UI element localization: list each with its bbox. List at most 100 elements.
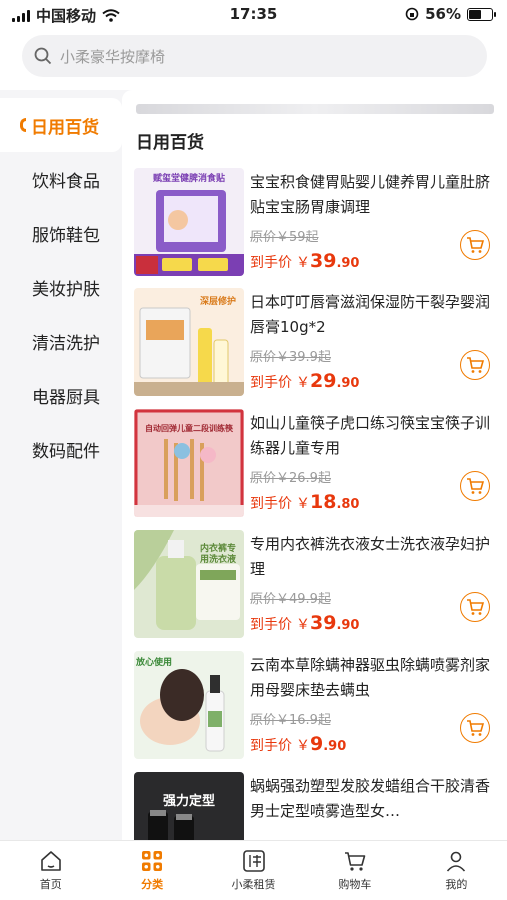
product-item[interactable]: 自动回弹儿童二段训练筷 如山儿童筷子虎口练习筷宝宝筷子训练器儿童专用 原价￥26… [134, 409, 504, 517]
price-integer: 39 [310, 612, 337, 634]
price-decimal: .80 [336, 497, 360, 512]
cart-icon [467, 237, 484, 253]
final-price: 到手价 ￥ 18 .80 [250, 491, 359, 513]
add-to-cart-button[interactable] [460, 350, 490, 380]
product-item[interactable]: 放心使用 云南本草除螨神器驱虫除螨喷雾剂家用母婴床垫去螨虫 原价￥16.9起 到… [134, 651, 504, 759]
original-price: 原价￥59起 [250, 230, 319, 245]
product-name[interactable]: 如山儿童筷子虎口练习筷宝宝筷子训练器儿童专用 [250, 411, 490, 461]
tab-category[interactable]: 分类 [101, 841, 202, 900]
product-image[interactable]: 自动回弹儿童二段训练筷 [134, 409, 244, 517]
cart-icon [467, 599, 484, 615]
tab-home[interactable]: 首页 [0, 841, 101, 900]
price-integer: 29 [310, 370, 337, 392]
product-item[interactable]: 强力定型 蜗蜗强劲塑型发胶发蜡组合干胶清香男士定型喷雾造型女… [134, 772, 504, 840]
product-image-text: 深层修护 [199, 297, 236, 307]
cart-icon [344, 852, 366, 871]
product-name[interactable]: 日本叮叮唇膏滋润保湿防干裂孕婴润唇膏10g*2 [250, 290, 490, 340]
sidebar-item-label: 服饰鞋包 [32, 225, 100, 246]
add-to-cart-button[interactable] [460, 230, 490, 260]
product-image[interactable]: 内衣裤专用洗衣液 [134, 530, 244, 638]
sidebar-item-label: 数码配件 [32, 441, 100, 462]
product-image[interactable]: 放心使用 [134, 651, 244, 759]
sidebar-item-beauty[interactable]: 美妆护肤 [0, 260, 122, 314]
search-area: 小柔豪华按摩椅 [0, 28, 507, 90]
product-image[interactable]: 强力定型 [134, 772, 244, 840]
price-label: 到手价 [250, 738, 292, 754]
banner-strip[interactable] [136, 104, 494, 114]
price-symbol: ￥ [296, 617, 310, 633]
cart-icon [467, 357, 484, 373]
category-icon [142, 851, 163, 871]
price-decimal: .90 [336, 256, 360, 271]
price-symbol: ￥ [296, 375, 310, 391]
sidebar-item-digital[interactable]: 数码配件 [0, 422, 122, 476]
tab-cart[interactable]: 购物车 [304, 841, 405, 900]
sidebar-item-label: 饮料食品 [32, 171, 100, 192]
tab-label: 首页 [39, 878, 62, 891]
tab-profile[interactable]: 我的 [406, 841, 507, 900]
search-icon [34, 47, 52, 65]
tab-label: 分类 [141, 878, 164, 891]
sidebar-item-apparel[interactable]: 服饰鞋包 [0, 206, 122, 260]
add-to-cart-button[interactable] [460, 592, 490, 622]
product-item[interactable]: 赋玺堂健脾消食贴 宝宝积食健胃贴婴儿健养胃儿童肚脐贴宝宝肠胃康调理 原价￥59起… [134, 168, 504, 276]
battery-icon [467, 7, 496, 21]
bottom-tab-bar: 首页 分类 小柔租赁 购物车 我的 [0, 840, 507, 900]
final-price: 到手价 ￥ 39 .90 [250, 250, 359, 272]
product-image-text: 放心使用 [136, 658, 173, 668]
original-price: 原价￥39.9起 [250, 350, 331, 365]
price-label: 到手价 [250, 255, 292, 271]
status-right: 56% [405, 5, 496, 23]
sidebar-item-label: 美妆护肤 [32, 279, 100, 300]
add-to-cart-button[interactable] [460, 471, 490, 501]
search-input[interactable]: 小柔豪华按摩椅 [22, 35, 487, 77]
price-symbol: ￥ [296, 496, 310, 512]
price-label: 到手价 [250, 617, 292, 633]
status-bar: 中国移动 17:35 56% [0, 0, 507, 28]
price-label: 到手价 [250, 375, 292, 391]
tab-rental[interactable]: 小柔租赁 [203, 841, 304, 900]
cart-icon [467, 720, 484, 736]
sidebar-item-label: 电器厨具 [32, 387, 100, 408]
original-price: 原价￥26.9起 [250, 471, 331, 486]
price-integer: 39 [310, 250, 337, 272]
product-name[interactable]: 云南本草除螨神器驱虫除螨喷雾剂家用母婴床垫去螨虫 [250, 653, 490, 703]
product-image-text: 赋玺堂健脾消食贴 [152, 174, 225, 184]
product-image-text: 内衣裤专用洗衣液 [199, 544, 236, 565]
add-to-cart-button[interactable] [460, 713, 490, 743]
product-name[interactable]: 宝宝积食健胃贴婴儿健养胃儿童肚脐贴宝宝肠胃康调理 [250, 170, 490, 220]
price-decimal: .90 [336, 376, 360, 391]
product-image[interactable]: 赋玺堂健脾消食贴 [134, 168, 244, 276]
rent-icon [242, 850, 265, 872]
price-integer: 9 [310, 733, 324, 755]
product-image-text: 强力定型 [162, 794, 215, 809]
sidebar-item-daily-goods[interactable]: 日用百货 [0, 98, 122, 152]
product-name[interactable]: 专用内衣裤洗衣液女士洗衣液孕妇护理 [250, 532, 490, 582]
sidebar-item-appliances[interactable]: 电器厨具 [0, 368, 122, 422]
product-list-panel[interactable]: 日用百货 赋玺堂健脾消食贴 宝宝积食健胃贴婴儿健养胃儿童肚脐贴宝宝肠胃康调理 原… [122, 90, 507, 840]
active-marker-icon [20, 118, 26, 132]
price-label: 到手价 [250, 496, 292, 512]
tab-label: 小柔租赁 [231, 878, 276, 891]
tab-label: 我的 [445, 878, 468, 891]
sidebar-item-label: 清洁洗护 [32, 333, 100, 354]
search-placeholder: 小柔豪华按摩椅 [60, 47, 166, 66]
section-title: 日用百货 [136, 133, 204, 153]
tab-label: 购物车 [338, 878, 372, 891]
product-item[interactable]: 深层修护 日本叮叮唇膏滋润保湿防干裂孕婴润唇膏10g*2 原价￥39.9起 到手… [134, 288, 504, 396]
original-price: 原价￥49.9起 [250, 592, 331, 607]
product-name[interactable]: 蜗蜗强劲塑型发胶发蜡组合干胶清香男士定型喷雾造型女… [250, 774, 490, 824]
product-item[interactable]: 内衣裤专用洗衣液 专用内衣裤洗衣液女士洗衣液孕妇护理 原价￥49.9起 到手价 … [134, 530, 504, 638]
price-integer: 18 [310, 491, 337, 513]
final-price: 到手价 ￥ 9 .90 [250, 733, 346, 755]
cart-icon [467, 478, 484, 494]
price-decimal: .90 [336, 618, 360, 633]
price-symbol: ￥ [296, 255, 310, 271]
battery-level [469, 9, 482, 19]
home-icon [40, 851, 61, 871]
price-symbol: ￥ [296, 738, 310, 754]
sidebar-item-food-drink[interactable]: 饮料食品 [0, 152, 122, 206]
sidebar-item-cleaning[interactable]: 清洁洗护 [0, 314, 122, 368]
product-image[interactable]: 深层修护 [134, 288, 244, 396]
profile-icon [447, 851, 466, 872]
